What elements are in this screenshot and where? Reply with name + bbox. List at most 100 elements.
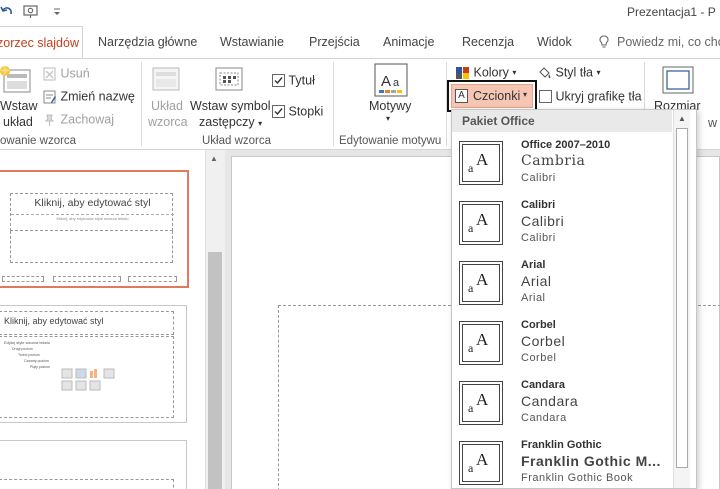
master-layout-label-1[interactable]: Układ xyxy=(151,99,183,113)
fonts-label: Czcionki xyxy=(473,89,521,103)
preserve-button[interactable]: Zachowaj xyxy=(42,112,114,127)
tell-me-placeholder: Powiedz mi, co chc xyxy=(617,35,720,49)
font-a-icon: A xyxy=(455,89,468,103)
font-heading-sample: Arial xyxy=(521,273,552,289)
insert-placeholder-label-1[interactable]: Wstaw symbol xyxy=(190,99,271,113)
hide-graphics-label: Ukryj grafikę tła xyxy=(555,89,642,104)
colors-label: Kolory xyxy=(473,65,509,80)
tab-transitions[interactable]: Przejścia xyxy=(309,26,360,58)
tab-review[interactable]: Recenzja xyxy=(462,26,514,58)
insert-layout-label-2[interactable]: układ xyxy=(3,115,33,129)
body-placeholder xyxy=(10,231,173,263)
font-preview-icon: Aa xyxy=(459,141,503,185)
layout-bullet-4: Czwarty poziom xyxy=(24,359,49,363)
font-body-sample: Corbel xyxy=(521,352,557,364)
ribbon-separator xyxy=(333,62,334,146)
color-palette-icon xyxy=(455,66,470,80)
chevron-down-icon: ▾ xyxy=(512,68,517,78)
font-option[interactable]: Aa Office 2007–2010 Cambria Calibri xyxy=(452,136,672,196)
font-heading-sample: Franklin Gothic M... xyxy=(521,453,661,469)
checkbox-checked-icon xyxy=(272,105,285,119)
thumbnail-pane[interactable]: Kliknij, aby edytować styl Kliknij, aby … xyxy=(0,150,205,489)
tab-label: zorzec slajdów xyxy=(0,36,79,50)
chevron-down-icon: ▾ xyxy=(596,68,601,78)
dropdown-scrollbar[interactable]: ▲ xyxy=(673,110,690,488)
pin-icon xyxy=(42,113,57,127)
insert-placeholder-text: zastępczy xyxy=(199,115,255,129)
font-heading-sample: Calibri xyxy=(521,213,565,229)
title-checkbox[interactable]: Tytuł xyxy=(272,73,315,88)
insert-layout-icon[interactable] xyxy=(0,62,34,100)
divider xyxy=(11,214,174,215)
rename-button[interactable]: Zmień nazwę xyxy=(42,89,135,104)
themes-label[interactable]: Motywy xyxy=(369,99,411,113)
font-heading-sample: Cambria xyxy=(521,153,586,169)
layout-placeholder xyxy=(0,479,174,489)
qat-customize-icon[interactable] xyxy=(52,3,62,21)
footers-checkbox-label: Stopki xyxy=(288,104,324,119)
background-styles-button[interactable]: Styl tła ▾ xyxy=(537,65,601,80)
font-option[interactable]: Aa Corbel Corbel Corbel xyxy=(452,316,672,376)
slide-size-icon[interactable] xyxy=(661,65,695,95)
chevron-down-icon[interactable]: ▾ xyxy=(386,114,390,123)
layout-title-text: Kliknij, aby edytować styl xyxy=(0,311,174,335)
font-option[interactable]: Aa Calibri Calibri Calibri xyxy=(452,196,672,256)
checkbox-checked-icon xyxy=(272,74,285,88)
ribbon-truncated-label: w xyxy=(708,116,718,130)
tab-insert[interactable]: Wstawianie xyxy=(220,26,284,58)
chevron-down-icon: ▾ xyxy=(258,119,263,128)
scrollbar-thumb[interactable] xyxy=(676,128,688,468)
master-layout-icon[interactable] xyxy=(151,65,181,95)
font-option[interactable]: Aa Candara Candara Candara xyxy=(452,376,672,436)
footer-placeholder xyxy=(128,276,177,282)
font-option[interactable]: Aa Franklin Gothic Franklin Gothic M... … xyxy=(452,436,672,489)
master-slide-thumbnail[interactable]: Kliknij, aby edytować styl Kliknij, aby … xyxy=(0,170,189,288)
thumbnail-scrollbar[interactable]: ▲ xyxy=(205,150,225,489)
font-option[interactable]: Aa Arial Arial Arial xyxy=(452,256,672,316)
dropdown-section-header: Pakiet Office xyxy=(452,110,672,132)
layout-body-placeholder: Edytuj style wzorca tekstu Drugi poziom … xyxy=(0,336,174,418)
colors-button[interactable]: Kolory ▾ xyxy=(455,65,516,80)
font-option-name: Arial xyxy=(521,259,546,271)
tab-animations[interactable]: Animacje xyxy=(383,26,434,58)
ribbon-tabs: zorzec slajdów Narzędzia główne Wstawian… xyxy=(0,26,720,59)
rename-label: Zmień nazwę xyxy=(60,89,135,104)
layout-bullet-5: Piąty poziom xyxy=(30,365,51,369)
themes-icon[interactable]: Aa xyxy=(374,63,408,97)
delete-button[interactable]: Usuń xyxy=(42,66,90,81)
layout-bullet-1: Edytuj style wzorca tekstu xyxy=(4,340,51,345)
tab-view[interactable]: Widok xyxy=(537,26,572,58)
lightbulb-icon xyxy=(598,35,610,49)
ribbon-separator xyxy=(141,62,142,146)
footers-checkbox[interactable]: Stopki xyxy=(272,104,323,119)
insert-layout-label-1[interactable]: Wstaw xyxy=(0,99,38,113)
hide-graphics-checkbox[interactable]: Ukryj grafikę tła xyxy=(539,89,642,104)
insert-placeholder-icon[interactable] xyxy=(214,65,244,95)
fonts-dropdown: Pakiet Office Aa Office 2007–2010 Cambri… xyxy=(451,109,697,489)
tab-home[interactable]: Narzędzia główne xyxy=(98,26,197,58)
layout-slide-thumbnail[interactable] xyxy=(0,440,187,489)
master-layout-label-2[interactable]: wzorca xyxy=(148,115,188,129)
font-preview-icon: Aa xyxy=(459,201,503,245)
master-layout-group-label: Układ wzorca xyxy=(202,135,272,147)
font-heading-sample: Candara xyxy=(521,393,579,409)
delete-icon xyxy=(42,67,57,81)
scroll-up-icon[interactable]: ▲ xyxy=(678,114,686,123)
paint-bucket-icon xyxy=(537,66,552,80)
layout-bullet-3: Trzeci poziom xyxy=(18,353,40,357)
font-body-sample: Candara xyxy=(521,412,567,424)
scrollbar-thumb[interactable] xyxy=(208,252,222,489)
layout-slide-thumbnail[interactable]: Kliknij, aby edytować styl Edytuj style … xyxy=(0,305,187,423)
delete-label: Usuń xyxy=(60,66,90,81)
present-icon[interactable] xyxy=(22,3,40,21)
title-checkbox-label: Tytuł xyxy=(288,73,315,88)
undo-icon[interactable] xyxy=(0,3,14,21)
insert-placeholder-label-2[interactable]: zastępczy ▾ xyxy=(199,115,262,129)
font-option-name: Franklin Gothic xyxy=(521,439,602,451)
font-option-name: Corbel xyxy=(521,319,556,331)
svg-text:A: A xyxy=(381,73,391,90)
tab-slide-master[interactable]: zorzec slajdów xyxy=(0,26,83,59)
fonts-button[interactable]: A Czcionki ▾ xyxy=(451,84,533,108)
font-body-sample: Calibri xyxy=(521,172,556,184)
scroll-up-icon[interactable]: ▲ xyxy=(210,154,218,163)
